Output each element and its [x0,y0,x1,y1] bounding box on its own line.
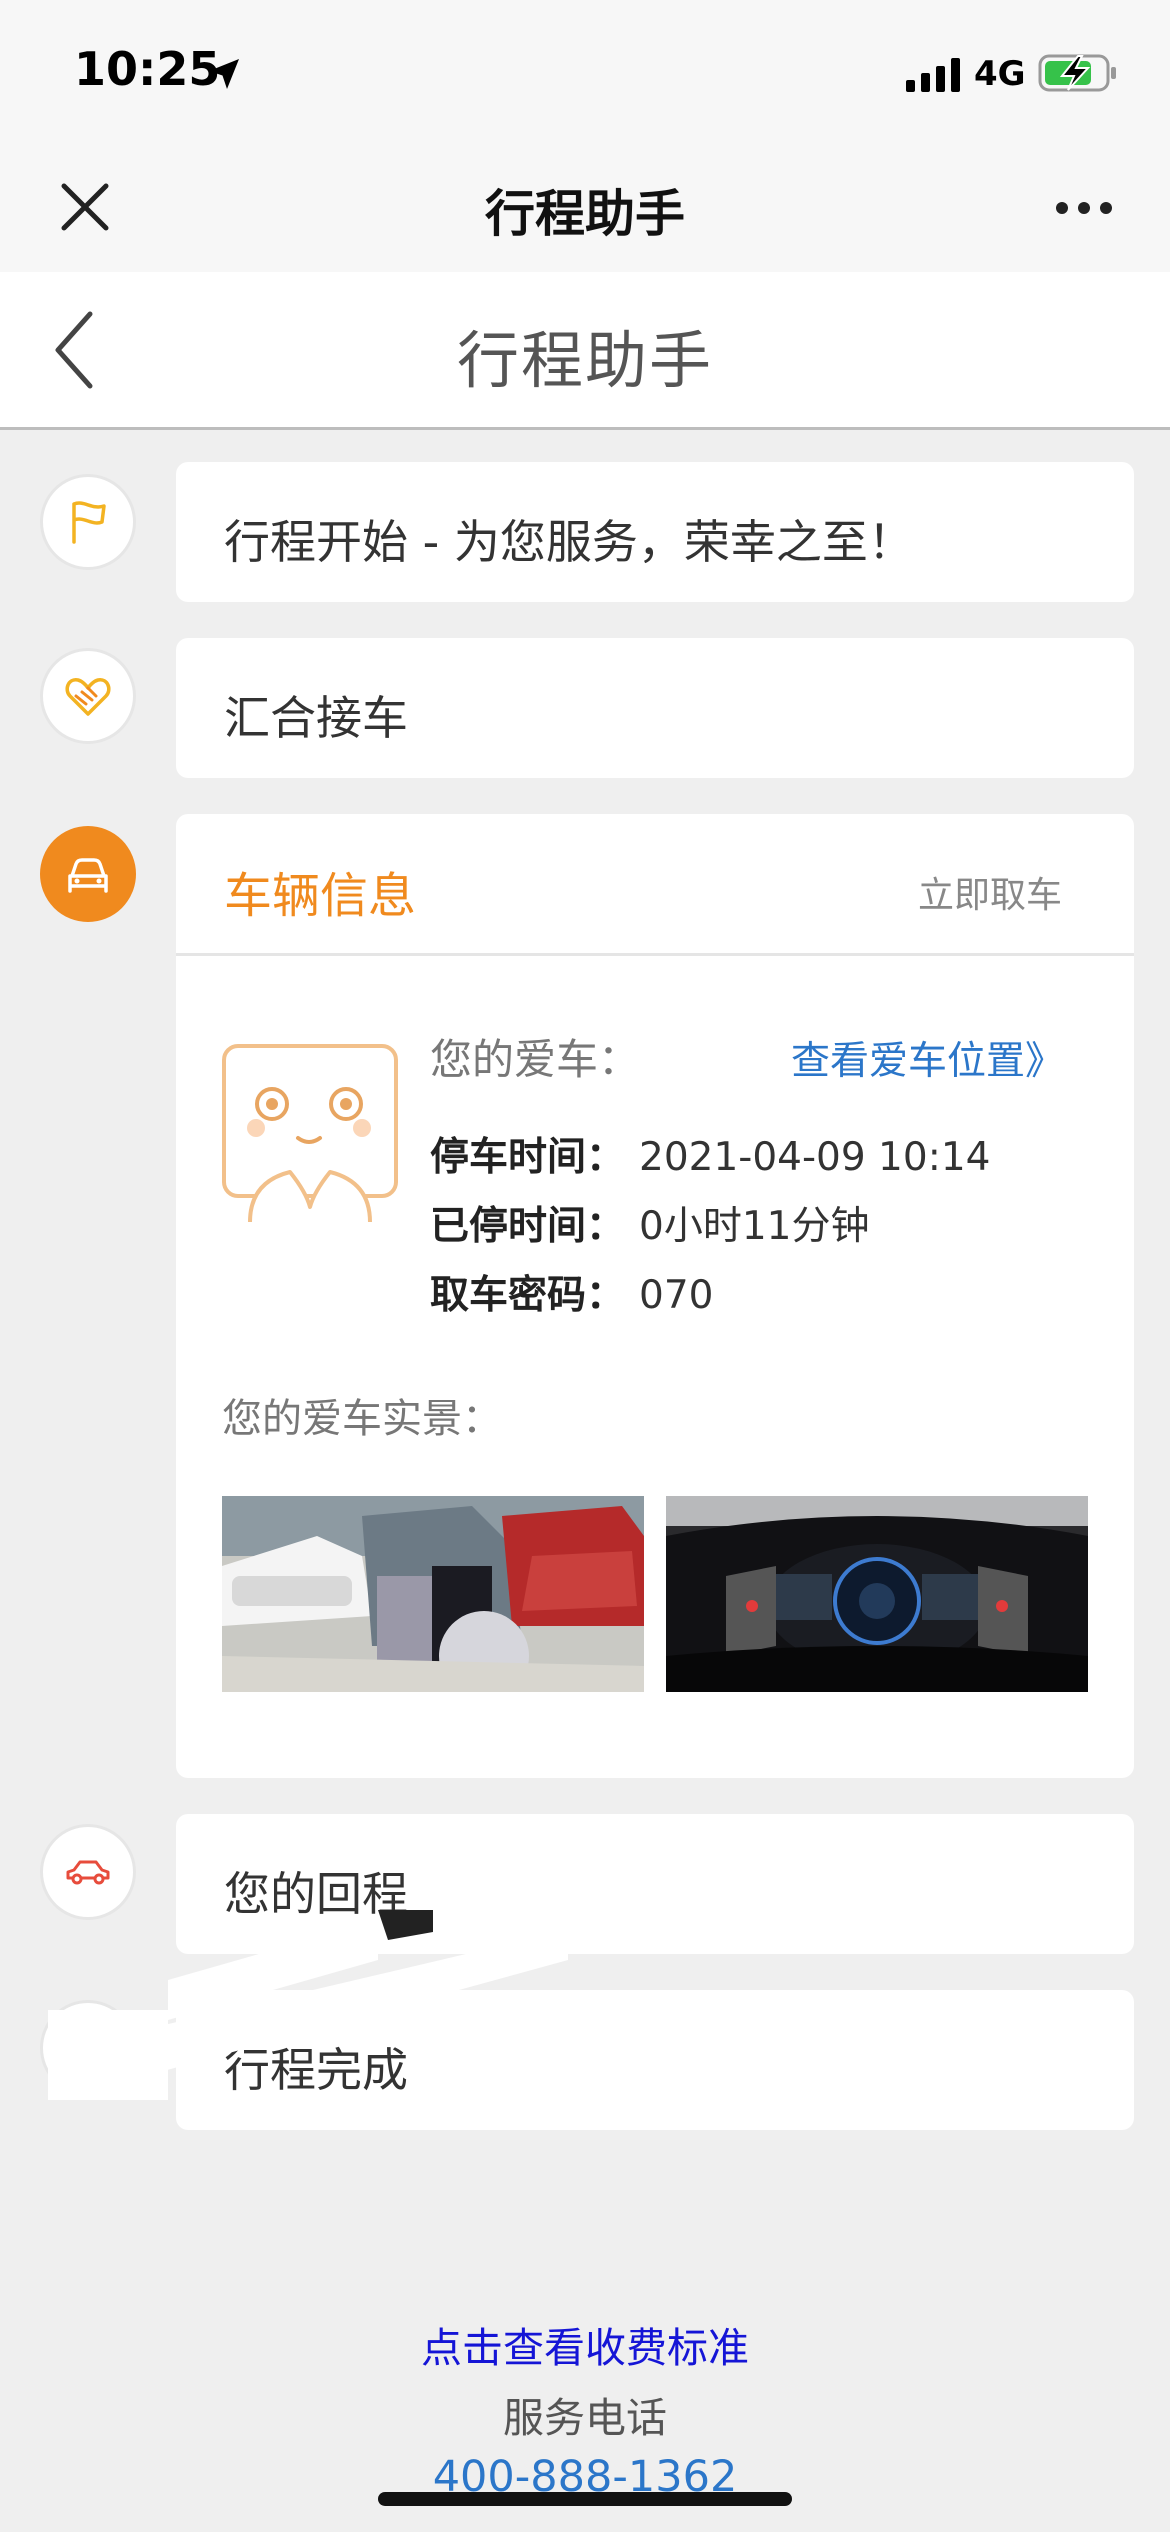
parked-duration-value: 0小时11分钟 [639,1204,870,1249]
step-start-card: 行程开始 - 为您服务，荣幸之至！ [176,462,1134,602]
page-title: 行程助手 [456,324,713,397]
location-arrow-icon [209,59,239,89]
fee-standard-link[interactable]: 点击查看收费标准 [0,2314,1170,2374]
parked-duration-key: 已停时间： [430,1204,626,1249]
car-photos-label: 您的爱车实景： [222,1396,502,1442]
step-meet-card: 汇合接车 [176,638,1134,778]
vehicle-info-title: 车辆信息 [224,868,417,924]
car-photo-dashboard[interactable] [666,1496,1088,1692]
vehicle-card-header: 车辆信息 立即取车 [176,814,1134,956]
parked-duration-row: 已停时间： 0小时11分钟 [430,1195,869,1251]
pickup-code-value: 070 [639,1273,714,1318]
park-time-row: 停车时间： 2021-04-09 10:14 [430,1126,990,1182]
nav-title: 行程助手 [485,185,685,243]
pickup-code-key: 取车密码： [430,1273,626,1318]
car-outline-icon [66,1860,110,1885]
status-bar: 10:25 4G [0,0,1170,140]
home-indicator[interactable] [378,2492,792,2506]
more-icon[interactable] [1054,198,1114,218]
battery-charging-icon [1038,54,1116,92]
pickup-now-button[interactable]: 立即取车 [918,866,1062,918]
flag-icon [72,501,106,544]
car-label: 您的爱车： [430,1035,641,1084]
signal-icon [906,58,960,92]
handshake-icon [65,678,111,716]
park-time-value: 2021-04-09 10:14 [639,1135,991,1180]
car-photo-exterior[interactable] [222,1496,644,1692]
step-start-label: 行程开始 - 为您服务，荣幸之至！ [224,515,914,569]
step-meet-icon [40,648,136,744]
redaction-overlay [48,1910,568,2100]
network-type: 4G [974,54,1026,94]
car-location-link[interactable]: 查看爱车位置》 [791,1030,1064,1086]
service-phone-label: 服务电话 [503,2394,667,2442]
step-start-icon [40,474,136,570]
status-time: 10:25 [74,42,221,96]
pickup-code-row: 取车密码： 070 [430,1264,713,1320]
page-header: 行程助手 [0,272,1170,430]
step-meet-label: 汇合接车 [224,691,408,745]
nav-bar: 行程助手 [0,140,1170,272]
park-time-key: 停车时间： [430,1135,626,1180]
vehicle-info-card: 车辆信息 立即取车 您的爱车： 查看爱车位置》 停车时间： 2021-04-09 … [176,814,1134,1778]
step-vehicle-icon [40,826,136,922]
mascot-icon [222,1044,398,1223]
car-icon [68,858,108,893]
